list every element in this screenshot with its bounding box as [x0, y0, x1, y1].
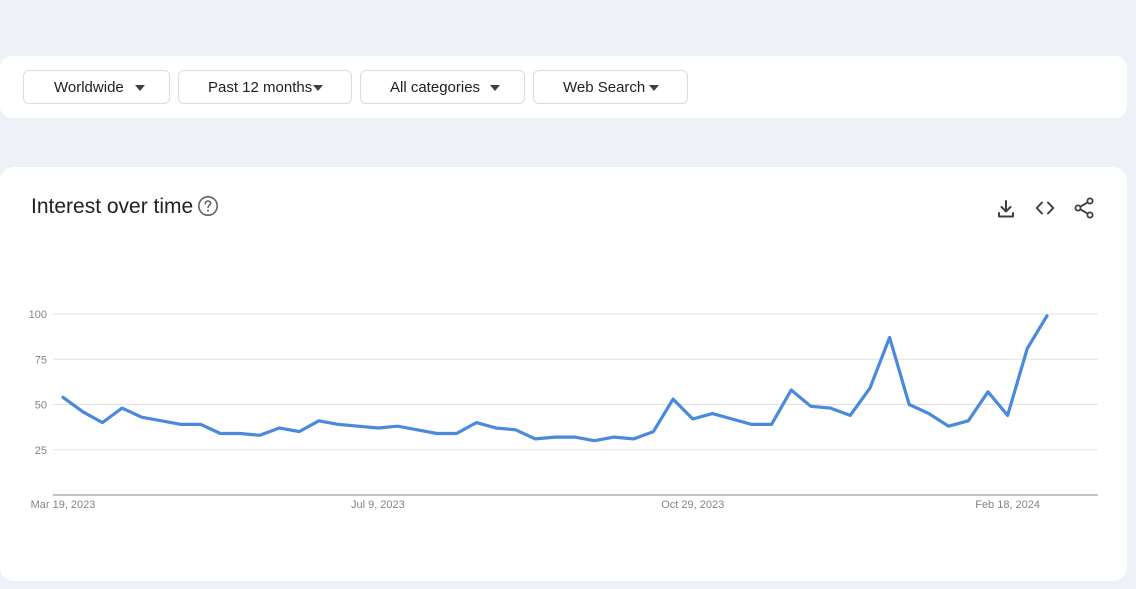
- data-point: [218, 431, 223, 436]
- data-point: [671, 397, 676, 402]
- data-point: [769, 422, 774, 427]
- data-point: [867, 386, 872, 391]
- data-point: [887, 335, 892, 340]
- data-point: [277, 426, 282, 431]
- data-point: [395, 424, 400, 429]
- data-point: [828, 406, 833, 411]
- data-point: [651, 429, 656, 434]
- data-point: [434, 431, 439, 436]
- series-line: [61, 314, 1049, 443]
- data-point: [61, 395, 66, 400]
- y-tick-label: 100: [29, 309, 47, 321]
- data-point: [139, 415, 144, 420]
- y-tick-label: 50: [35, 400, 47, 412]
- data-point: [631, 436, 636, 441]
- data-point: [336, 422, 341, 427]
- data-point: [80, 409, 85, 414]
- data-point: [749, 422, 754, 427]
- data-point: [493, 426, 498, 431]
- data-point: [257, 433, 262, 438]
- data-point: [966, 418, 971, 423]
- data-point: [985, 389, 990, 394]
- data-point: [533, 436, 538, 441]
- data-point: [592, 438, 597, 443]
- data-point: [1005, 413, 1010, 418]
- data-point: [946, 424, 951, 429]
- data-point: [1025, 346, 1030, 351]
- x-tick-label: Feb 18, 2024: [975, 499, 1040, 511]
- data-point: [513, 427, 518, 432]
- data-point: [926, 411, 931, 416]
- data-point: [454, 431, 459, 436]
- data-point: [730, 416, 735, 421]
- data-point: [375, 426, 380, 431]
- data-point: [789, 388, 794, 393]
- data-point: [179, 422, 184, 427]
- data-point: [1045, 313, 1050, 318]
- data-point: [415, 427, 420, 432]
- data-point: [572, 435, 577, 440]
- data-point: [474, 420, 479, 425]
- data-point: [553, 435, 558, 440]
- data-point: [198, 422, 203, 427]
- y-tick-label: 75: [35, 354, 47, 366]
- data-point: [710, 411, 715, 416]
- interest-over-time-chart: 25 50 75 100 Mar 19, 2023 Jul 9, 2023 Oct 29, …: [29, 309, 1098, 511]
- data-point: [297, 429, 302, 434]
- data-point: [907, 402, 912, 407]
- data-point: [848, 413, 853, 418]
- data-point: [238, 431, 243, 436]
- x-tick-label: Mar 19, 2023: [31, 499, 96, 511]
- data-point: [612, 435, 617, 440]
- x-tick-label: Jul 9, 2023: [351, 499, 405, 511]
- data-point: [356, 424, 361, 429]
- data-point: [159, 418, 164, 423]
- data-point: [120, 406, 125, 411]
- data-point: [100, 420, 105, 425]
- y-tick-label: 25: [35, 445, 47, 457]
- data-point: [808, 404, 813, 409]
- x-tick-label: Oct 29, 2023: [661, 499, 724, 511]
- data-point: [690, 416, 695, 421]
- data-point: [316, 418, 321, 423]
